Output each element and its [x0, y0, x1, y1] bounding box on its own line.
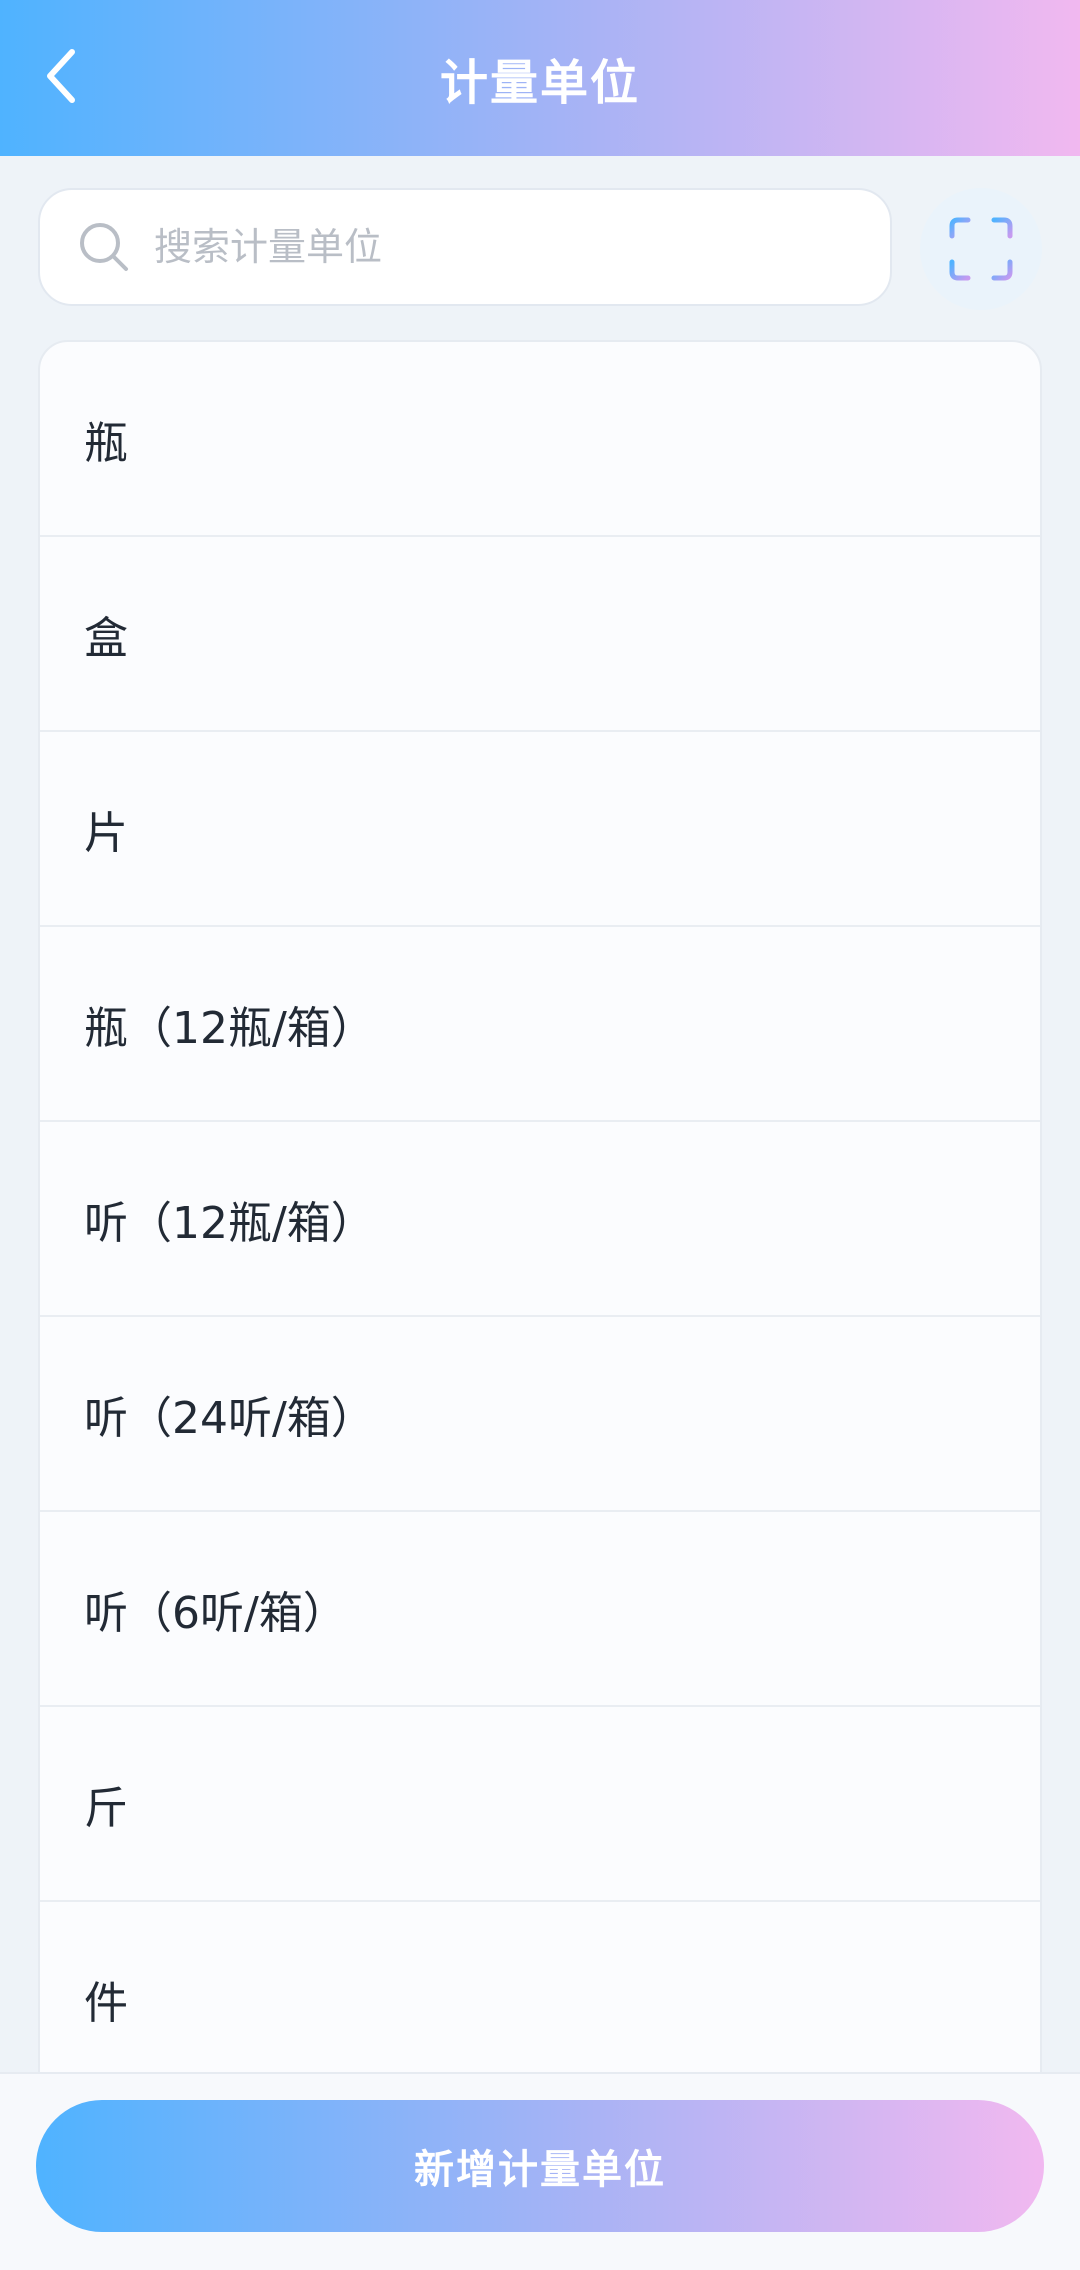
list-item[interactable]: 斤 — [40, 1707, 1040, 1902]
search-icon — [80, 223, 128, 271]
search-input[interactable] — [154, 225, 834, 269]
chevron-left-icon — [47, 49, 75, 103]
unit-list: 瓶 盒 片 瓶（12瓶/箱） 听（12瓶/箱） 听（24听/箱） 听（6听/箱）… — [38, 340, 1042, 2080]
list-item[interactable]: 件 — [40, 1902, 1040, 2078]
header-bar: 计量单位 — [0, 0, 1080, 156]
list-item[interactable]: 片 — [40, 732, 1040, 927]
search-bar[interactable] — [38, 188, 892, 306]
list-item-label: 听（24听/箱） — [84, 1392, 375, 1444]
list-item-label: 斤 — [84, 1782, 128, 1834]
scan-icon — [949, 217, 1013, 281]
bottom-action-bar: 新增计量单位 — [0, 2072, 1080, 2270]
list-item-label: 盒 — [84, 612, 128, 664]
list-item[interactable]: 盒 — [40, 537, 1040, 732]
list-item-label: 瓶 — [84, 417, 128, 469]
list-item[interactable]: 听（24听/箱） — [40, 1317, 1040, 1512]
list-item[interactable]: 听（12瓶/箱） — [40, 1122, 1040, 1317]
list-item-label: 听（12瓶/箱） — [84, 1197, 375, 1249]
page-title: 计量单位 — [439, 55, 640, 111]
list-item-label: 瓶（12瓶/箱） — [84, 1002, 375, 1054]
back-button[interactable] — [22, 36, 102, 116]
list-item[interactable]: 瓶（12瓶/箱） — [40, 927, 1040, 1122]
list-item-label: 听（6听/箱） — [84, 1587, 347, 1639]
unit-list-page: 计量单位 瓶 盒 — [0, 0, 1080, 2270]
list-item[interactable]: 听（6听/箱） — [40, 1512, 1040, 1707]
list-item-label: 件 — [84, 1977, 128, 2029]
add-unit-button[interactable]: 新增计量单位 — [36, 2100, 1044, 2232]
list-item-label: 片 — [84, 807, 128, 859]
scan-button[interactable] — [920, 188, 1042, 310]
list-item[interactable]: 瓶 — [40, 342, 1040, 537]
